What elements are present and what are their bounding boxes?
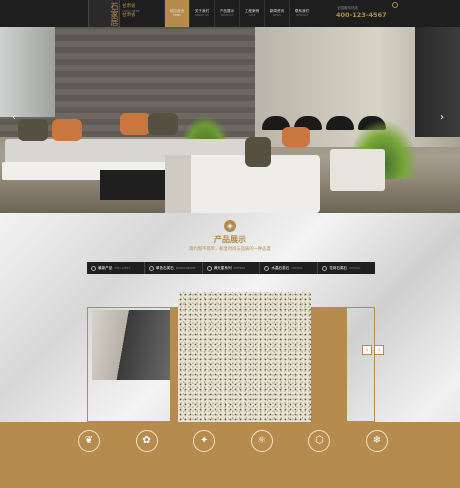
nav-item-news[interactable]: 新闻资讯 NEWS bbox=[264, 0, 289, 27]
logo-text: 石家居 bbox=[110, 2, 119, 26]
sparkle-icon[interactable]: ✦ bbox=[193, 430, 216, 452]
nav-sub: PRODUCT bbox=[220, 14, 234, 17]
pillow bbox=[282, 127, 310, 147]
product-section-icon: ◈ bbox=[224, 220, 236, 232]
snowflake-icon[interactable]: ❄ bbox=[365, 430, 388, 452]
pillow bbox=[120, 113, 150, 135]
phone-icon bbox=[392, 2, 398, 8]
main-nav: 网站首页 HOME 关于我们 ABOUT US 产品展示 PRODUCT 工程案例 CA… bbox=[164, 0, 314, 27]
top-header: 石家居 甘肃省 LOGO HERE 甘肃省 网站首页 HOME 关于我们 ABOUT… bbox=[0, 0, 460, 27]
tab-en: PATTERN bbox=[233, 266, 246, 270]
armchair-arm bbox=[165, 155, 191, 213]
brand-block: 甘肃省 LOGO HERE 甘肃省 bbox=[122, 4, 158, 18]
nav-item-contact[interactable]: 联系我们 CONTACT bbox=[289, 0, 314, 27]
hero-next-arrow[interactable]: › bbox=[440, 112, 444, 123]
tab-en: THE LATEST bbox=[114, 266, 130, 270]
tab-dot-icon bbox=[148, 265, 154, 271]
shelf bbox=[415, 27, 460, 137]
product-tabs: 最新产品 THE LATEST 单色石英石 MONOCHROME 满天星系列 PATT… bbox=[87, 262, 375, 274]
tab-crystal[interactable]: 水晶石英石 CRYSTAL bbox=[260, 262, 319, 274]
site-logo[interactable]: 石家居 bbox=[88, 0, 120, 27]
molecule-icon[interactable]: ⚛ bbox=[250, 430, 273, 452]
nav-sub: NEWS bbox=[273, 14, 281, 17]
nav-item-case[interactable]: 工程案例 CASE bbox=[239, 0, 264, 27]
product-tile-image[interactable] bbox=[178, 292, 311, 442]
tab-label: 满天星系列 bbox=[213, 265, 232, 270]
tab-granite[interactable]: 花岗石英石 CRYSTAL bbox=[318, 262, 375, 274]
product-prev-button[interactable]: ‹ bbox=[362, 345, 372, 355]
nav-sub: CASE bbox=[248, 14, 256, 17]
nav-item-product[interactable]: 产品展示 PRODUCT bbox=[214, 0, 239, 27]
nav-sub: HOME bbox=[173, 14, 181, 17]
product-thumbnail[interactable] bbox=[92, 310, 172, 380]
tab-en: CRYSTAL bbox=[349, 266, 361, 270]
nav-item-home[interactable]: 网站首页 HOME bbox=[164, 0, 189, 27]
pillow bbox=[18, 119, 48, 141]
tab-dot-icon bbox=[206, 265, 212, 271]
hero-banner: ‹ › bbox=[0, 27, 460, 213]
section-title: 产品展示 bbox=[214, 235, 246, 244]
tab-en: MONOCHROME bbox=[175, 266, 196, 270]
pillow bbox=[148, 113, 178, 135]
tab-pattern[interactable]: 满天星系列 PATTERN bbox=[203, 262, 261, 274]
tab-label: 花岗石英石 bbox=[329, 265, 348, 270]
gold-accent-panel bbox=[311, 307, 347, 422]
brand-line-3: 甘肃省 bbox=[122, 13, 136, 18]
tab-en: CRYSTAL bbox=[291, 266, 303, 270]
nav-item-about[interactable]: 关于我们 ABOUT US bbox=[189, 0, 214, 27]
window bbox=[0, 27, 55, 117]
pillow bbox=[245, 137, 271, 167]
product-next-button[interactable]: › bbox=[374, 345, 384, 355]
tab-monochrome[interactable]: 单色石英石 MONOCHROME bbox=[145, 262, 203, 274]
feature-icons: ❦ ✿ ✦ ⚛ ⬡ ❄ bbox=[78, 430, 388, 452]
tab-label: 最新产品 bbox=[98, 265, 113, 270]
tab-label: 水晶石英石 bbox=[271, 265, 290, 270]
tab-latest[interactable]: 最新产品 THE LATEST bbox=[87, 262, 145, 274]
section-subtitle: 简约而不简单，彰显时尚与品质的一种态度 bbox=[189, 247, 271, 252]
pillow bbox=[52, 119, 82, 141]
hero-prev-arrow[interactable]: ‹ bbox=[12, 112, 16, 123]
tab-dot-icon bbox=[264, 265, 270, 271]
armchair bbox=[330, 149, 385, 191]
hexagon-icon[interactable]: ⬡ bbox=[308, 430, 331, 452]
tab-label: 单色石英石 bbox=[155, 265, 174, 270]
leaf-icon[interactable]: ❦ bbox=[78, 430, 100, 452]
nav-sub: ABOUT US bbox=[195, 14, 209, 17]
phone-number: 400-123-4567 bbox=[336, 11, 387, 19]
nav-sub: CONTACT bbox=[295, 14, 309, 17]
tab-dot-icon bbox=[322, 265, 328, 271]
palette-icon[interactable]: ✿ bbox=[135, 430, 158, 452]
tab-dot-icon bbox=[91, 265, 96, 271]
